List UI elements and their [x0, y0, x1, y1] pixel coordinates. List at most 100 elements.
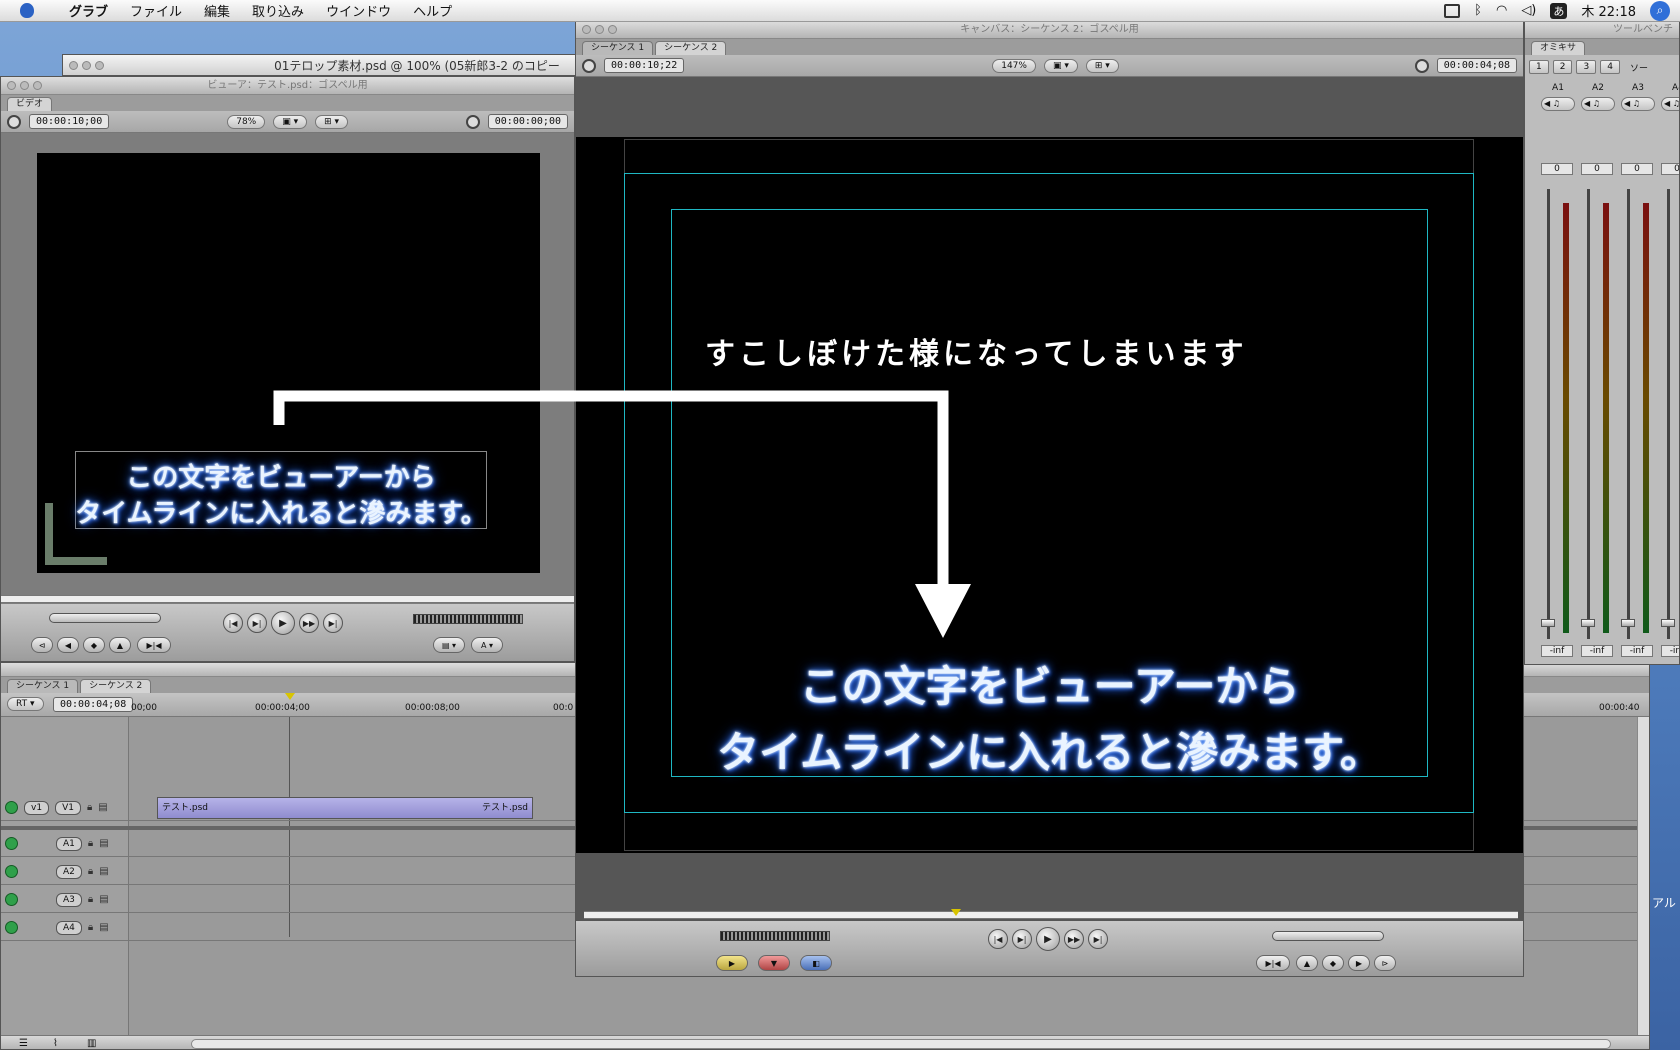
menu-import[interactable]: 取り込み — [241, 1, 315, 20]
mute-solo-buttons[interactable]: ◀ ♫ — [1581, 97, 1615, 111]
match-frame-button[interactable]: ⊳ — [1374, 955, 1396, 971]
replace-edit-button[interactable]: ◧ — [800, 955, 832, 971]
overwrite-edit-button[interactable]: ▼ — [758, 955, 790, 971]
auto-select-icon[interactable]: ▤ — [99, 866, 108, 877]
channel-pan-value[interactable]: 0 — [1541, 163, 1573, 175]
close-icon[interactable] — [582, 25, 591, 34]
viewer-scrubber[interactable] — [1, 595, 574, 603]
timeline-timecode[interactable]: 00:00:04;08 — [53, 697, 134, 712]
volume-fader[interactable] — [1541, 619, 1555, 627]
timeline-tab-seq2[interactable]: シーケンス 2 — [80, 679, 152, 693]
mark-out-button[interactable]: ▶ — [1348, 955, 1370, 971]
dest-track-A3[interactable]: A3 — [56, 892, 82, 907]
dest-track-A2[interactable]: A2 — [56, 864, 82, 879]
dest-track-A4[interactable]: A4 — [56, 920, 82, 935]
add-keyframe-button[interactable]: ◆ — [83, 637, 105, 653]
mixer-view-1[interactable]: 1 — [1529, 60, 1549, 74]
mute-solo-buttons[interactable]: ◀ ♫ — [1541, 97, 1575, 111]
go-to-next-edit-button[interactable]: ▶| — [323, 613, 343, 633]
viewer-duration-timecode[interactable]: 00:00:10;00 — [29, 114, 110, 129]
canvas-playhead-icon[interactable] — [951, 909, 961, 916]
display-icon[interactable] — [1444, 3, 1461, 18]
recent-clips-popup[interactable]: ▤ ▾ — [433, 637, 465, 653]
minimize-icon[interactable] — [82, 61, 91, 70]
zoom-icon[interactable] — [33, 81, 42, 90]
lock-icon[interactable]: 🔒︎ — [88, 922, 93, 933]
canvas-scrubber[interactable] — [584, 911, 1518, 919]
channel-pan-value[interactable]: 0 — [1581, 163, 1613, 175]
mixer-view-3[interactable]: 3 — [1576, 60, 1597, 74]
auto-select-icon[interactable]: ▤ — [99, 894, 108, 905]
match-frame-button[interactable]: ⊲ — [31, 637, 53, 653]
viewer-shuttle[interactable] — [49, 613, 161, 623]
playhead-marker-icon[interactable] — [285, 693, 295, 700]
zoom-icon[interactable] — [95, 61, 104, 70]
timeline-vertical-scrollbar[interactable] — [1637, 717, 1649, 1035]
menu-edit[interactable]: 編集 — [193, 1, 241, 20]
clip-test-psd[interactable]: テスト.psd テスト.psd — [157, 797, 533, 819]
play-around-button[interactable]: ▶▶ — [299, 613, 319, 633]
add-marker-button[interactable]: ▲ — [1296, 955, 1318, 971]
viewer-zoom-popup[interactable]: 78% — [227, 114, 266, 129]
source-track-v1[interactable]: v1 — [24, 800, 50, 815]
play-button[interactable]: ▶ — [271, 611, 295, 635]
lock-icon[interactable]: 🔒︎ — [87, 802, 92, 813]
menubar-clock[interactable]: 木 22:18 — [1581, 1, 1636, 20]
play-in-to-out-button[interactable]: ▶| — [1012, 929, 1032, 949]
lock-icon[interactable]: 🔒︎ — [88, 866, 93, 877]
insert-edit-button[interactable]: ▶ — [716, 955, 748, 971]
timeline-horizontal-scrollbar[interactable] — [191, 1039, 1611, 1049]
input-method-icon[interactable]: あ — [1550, 2, 1568, 19]
tab-video[interactable]: ビデオ — [7, 97, 53, 111]
play-in-to-out-button[interactable]: ▶| — [247, 613, 267, 633]
canvas-tab-seq2[interactable]: シーケンス 2 — [655, 41, 727, 55]
dest-track-V1[interactable]: V1 — [55, 800, 81, 815]
canvas-duration-timecode[interactable]: 00:00:10;22 — [604, 58, 685, 73]
play-around-button[interactable]: ▶▶ — [1064, 929, 1084, 949]
go-to-prev-edit-button[interactable]: |◀ — [223, 613, 243, 633]
zoom-slider-icon[interactable]: ▥ — [87, 1038, 96, 1049]
rt-popup[interactable]: RT ▾ — [7, 697, 44, 711]
menu-help[interactable]: ヘルプ — [402, 1, 463, 20]
mark-in-button[interactable]: ◀ — [57, 637, 79, 653]
overlay-popup[interactable]: ⊞ ▾ — [1085, 58, 1119, 73]
lock-icon[interactable]: 🔒︎ — [88, 838, 93, 849]
wifi-icon[interactable]: ◠ — [1496, 3, 1507, 18]
viewer-current-timecode[interactable]: 00:00:00;00 — [487, 114, 568, 129]
mark-clip-button[interactable]: ▶|◀ — [1256, 955, 1290, 971]
mixer-view-4[interactable]: 4 — [1600, 60, 1620, 74]
tab-audio-mixer[interactable]: オミキサ — [1531, 41, 1586, 55]
bluetooth-icon[interactable]: ᛒ — [1474, 3, 1482, 18]
menu-window[interactable]: ウインドウ — [315, 1, 402, 20]
canvas-zoom-popup[interactable]: 147% — [992, 58, 1036, 73]
menu-file[interactable]: ファイル — [119, 1, 193, 20]
minimize-icon[interactable] — [595, 25, 604, 34]
volume-icon[interactable]: ◁) — [1521, 3, 1536, 18]
audio-enable-icon[interactable] — [5, 921, 18, 934]
timeline-tab-seq1[interactable]: シーケンス 1 — [7, 679, 79, 693]
volume-fader[interactable] — [1581, 619, 1595, 627]
canvas-current-timecode[interactable]: 00:00:04;08 — [1436, 58, 1517, 73]
mute-solo-buttons[interactable]: ◀ ♫ — [1661, 97, 1679, 111]
canvas-tab-seq1[interactable]: シーケンス 1 — [582, 41, 654, 55]
close-icon[interactable] — [7, 81, 16, 90]
volume-fader[interactable] — [1661, 619, 1675, 627]
go-to-prev-edit-button[interactable]: |◀ — [988, 929, 1008, 949]
canvas-jog-wheel[interactable] — [720, 931, 830, 941]
dest-track-A1[interactable]: A1 — [56, 836, 82, 851]
add-keyframe-button[interactable]: ◆ — [1322, 955, 1344, 971]
go-to-next-edit-button[interactable]: ▶| — [1088, 929, 1108, 949]
menu-grab[interactable]: グラブ — [58, 1, 119, 20]
mark-clip-button[interactable]: ▶|◀ — [137, 637, 171, 653]
add-marker-button[interactable]: ▲ — [109, 637, 131, 653]
clip-overlays-icon[interactable]: ⌇ — [53, 1038, 58, 1049]
mute-solo-buttons[interactable]: ◀ ♫ — [1621, 97, 1655, 111]
zoom-icon[interactable] — [608, 25, 617, 34]
viewer-canvas[interactable]: この文字をビューアーから タイムラインに入れると滲みます。 — [37, 153, 540, 573]
auto-select-icon[interactable]: ▤ — [99, 922, 108, 933]
generator-popup[interactable]: A ▾ — [471, 637, 503, 653]
track-visibility-icon[interactable] — [5, 801, 18, 814]
channel-pan-value[interactable]: 0 — [1661, 163, 1679, 175]
channel-pan-value[interactable]: 0 — [1621, 163, 1653, 175]
view-mode-popup[interactable]: ▣ ▾ — [273, 114, 308, 129]
